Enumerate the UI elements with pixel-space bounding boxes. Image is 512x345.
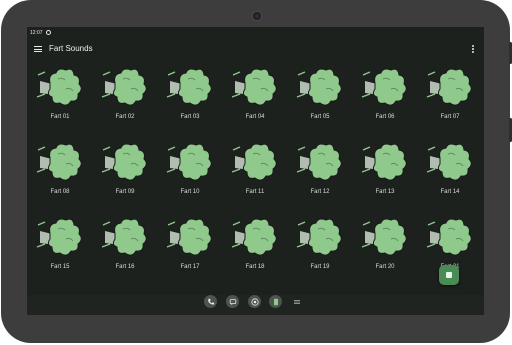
sound-label: Fart 03	[180, 114, 200, 120]
stop-icon	[446, 272, 452, 278]
sound-tile[interactable]: Fart 17	[160, 217, 220, 283]
chrome-icon[interactable]	[248, 295, 261, 308]
sound-tile[interactable]: Fart 01	[30, 67, 90, 133]
app-icon[interactable]	[269, 295, 282, 308]
sound-label: Fart 10	[180, 189, 200, 195]
stop-button[interactable]	[439, 265, 459, 285]
notification-icon	[45, 30, 51, 35]
overflow-menu-icon[interactable]	[472, 45, 474, 53]
sound-tile[interactable]: Fart 05	[290, 67, 350, 133]
sound-label: Fart 09	[115, 189, 135, 195]
sound-tile[interactable]: Fart 15	[30, 217, 90, 283]
sound-label: Fart 17	[180, 264, 200, 270]
sound-label: Fart 18	[245, 264, 265, 270]
sound-label: Fart 15	[50, 264, 70, 270]
sound-tile[interactable]: Fart 14	[420, 142, 480, 208]
hamburger-menu-icon[interactable]	[34, 46, 42, 52]
sound-label: Fart 16	[115, 264, 135, 270]
sound-tile[interactable]: Fart 10	[160, 142, 220, 208]
sound-tile[interactable]: Fart 12	[290, 142, 350, 208]
sound-tile[interactable]: Fart 09	[95, 142, 155, 208]
sound-tile[interactable]: Fart 02	[95, 67, 155, 133]
app-title: Fart Sounds	[49, 44, 93, 53]
sound-tile[interactable]: Fart 07	[420, 67, 480, 133]
messages-icon[interactable]	[226, 295, 239, 308]
sound-tile[interactable]: Fart 19	[290, 217, 350, 283]
sound-label: Fart 08	[50, 189, 70, 195]
sound-label: Fart 06	[375, 114, 395, 120]
app-bar: Fart Sounds	[27, 38, 484, 60]
sound-label: Fart 04	[245, 114, 265, 120]
sound-label: Fart 19	[310, 264, 330, 270]
phone-icon[interactable]	[204, 295, 217, 308]
front-camera	[252, 11, 262, 21]
sound-label: Fart 02	[115, 114, 135, 120]
sound-label: Fart 05	[310, 114, 330, 120]
sound-tile[interactable]: Fart 20	[355, 217, 415, 283]
status-bar: 12:07	[27, 27, 484, 38]
sound-tile[interactable]: Fart 08	[30, 142, 90, 208]
sound-tile[interactable]: Fart 16	[95, 217, 155, 283]
screen: 12:07 Fart Sounds Fart 01 Fart 02 Fart 03 F…	[27, 27, 484, 315]
sound-label: Fart 01	[50, 114, 70, 120]
sound-label: Fart 13	[375, 189, 395, 195]
sound-label: Fart 11	[245, 189, 265, 195]
sound-tile[interactable]: Fart 04	[225, 67, 285, 133]
sound-tile[interactable]: Fart 06	[355, 67, 415, 133]
sound-label: Fart 14	[440, 189, 460, 195]
sound-label: Fart 07	[440, 114, 460, 120]
sound-tile[interactable]: Fart 18	[225, 217, 285, 283]
sound-tile[interactable]: Fart 13	[355, 142, 415, 208]
sound-tile[interactable]: Fart 03	[160, 67, 220, 133]
status-time: 12:07	[30, 29, 43, 36]
app-drawer-icon[interactable]	[290, 295, 303, 308]
sound-label: Fart 20	[375, 264, 395, 270]
sound-tile[interactable]: Fart 11	[225, 142, 285, 208]
sound-label: Fart 12	[310, 189, 330, 195]
